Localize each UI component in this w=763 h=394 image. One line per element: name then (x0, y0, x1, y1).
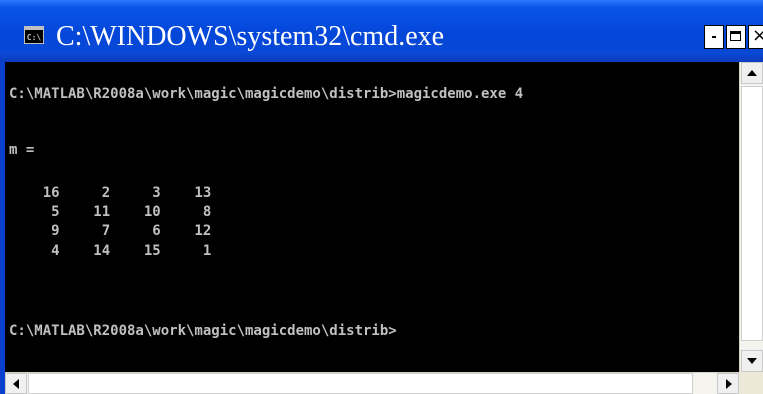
console-icon[interactable]: C:\ (24, 26, 44, 44)
title-bar[interactable]: C:\ C:\WINDOWS\system32\cmd.exe (0, 0, 763, 62)
window-title: C:\WINDOWS\system32\cmd.exe (56, 21, 445, 52)
matrix-row: 16 2 3 13 (9, 185, 212, 201)
scroll-up-icon[interactable] (741, 62, 763, 84)
console-line-var: m = (9, 142, 35, 158)
matrix-row: 4 14 15 1 (9, 243, 212, 259)
console-output[interactable]: C:\MATLAB\R2008a\work\magic\magicdemo\di… (5, 62, 739, 372)
horizontal-scrollbar[interactable] (5, 372, 739, 394)
scroll-left-icon[interactable] (5, 373, 27, 394)
vertical-scrollbar[interactable] (739, 62, 763, 372)
size-grip[interactable] (739, 372, 763, 394)
scroll-right-icon[interactable] (717, 373, 739, 394)
cmd-window: C:\ C:\WINDOWS\system32\cmd.exe C:\MATLA… (0, 0, 763, 394)
console-line-command: C:\MATLAB\R2008a\work\magic\magicdemo\di… (9, 86, 524, 102)
matrix-row: 5 11 10 8 (9, 204, 212, 220)
close-button[interactable] (748, 25, 763, 49)
maximize-button[interactable] (726, 25, 746, 49)
vertical-scroll-thumb[interactable] (741, 86, 763, 341)
minimize-button[interactable] (704, 25, 724, 49)
matrix-row: 9 7 6 12 (9, 223, 212, 239)
console-line-prompt: C:\MATLAB\R2008a\work\magic\magicdemo\di… (9, 323, 397, 339)
horizontal-scroll-thumb[interactable] (28, 373, 693, 394)
scroll-down-icon[interactable] (741, 350, 763, 372)
